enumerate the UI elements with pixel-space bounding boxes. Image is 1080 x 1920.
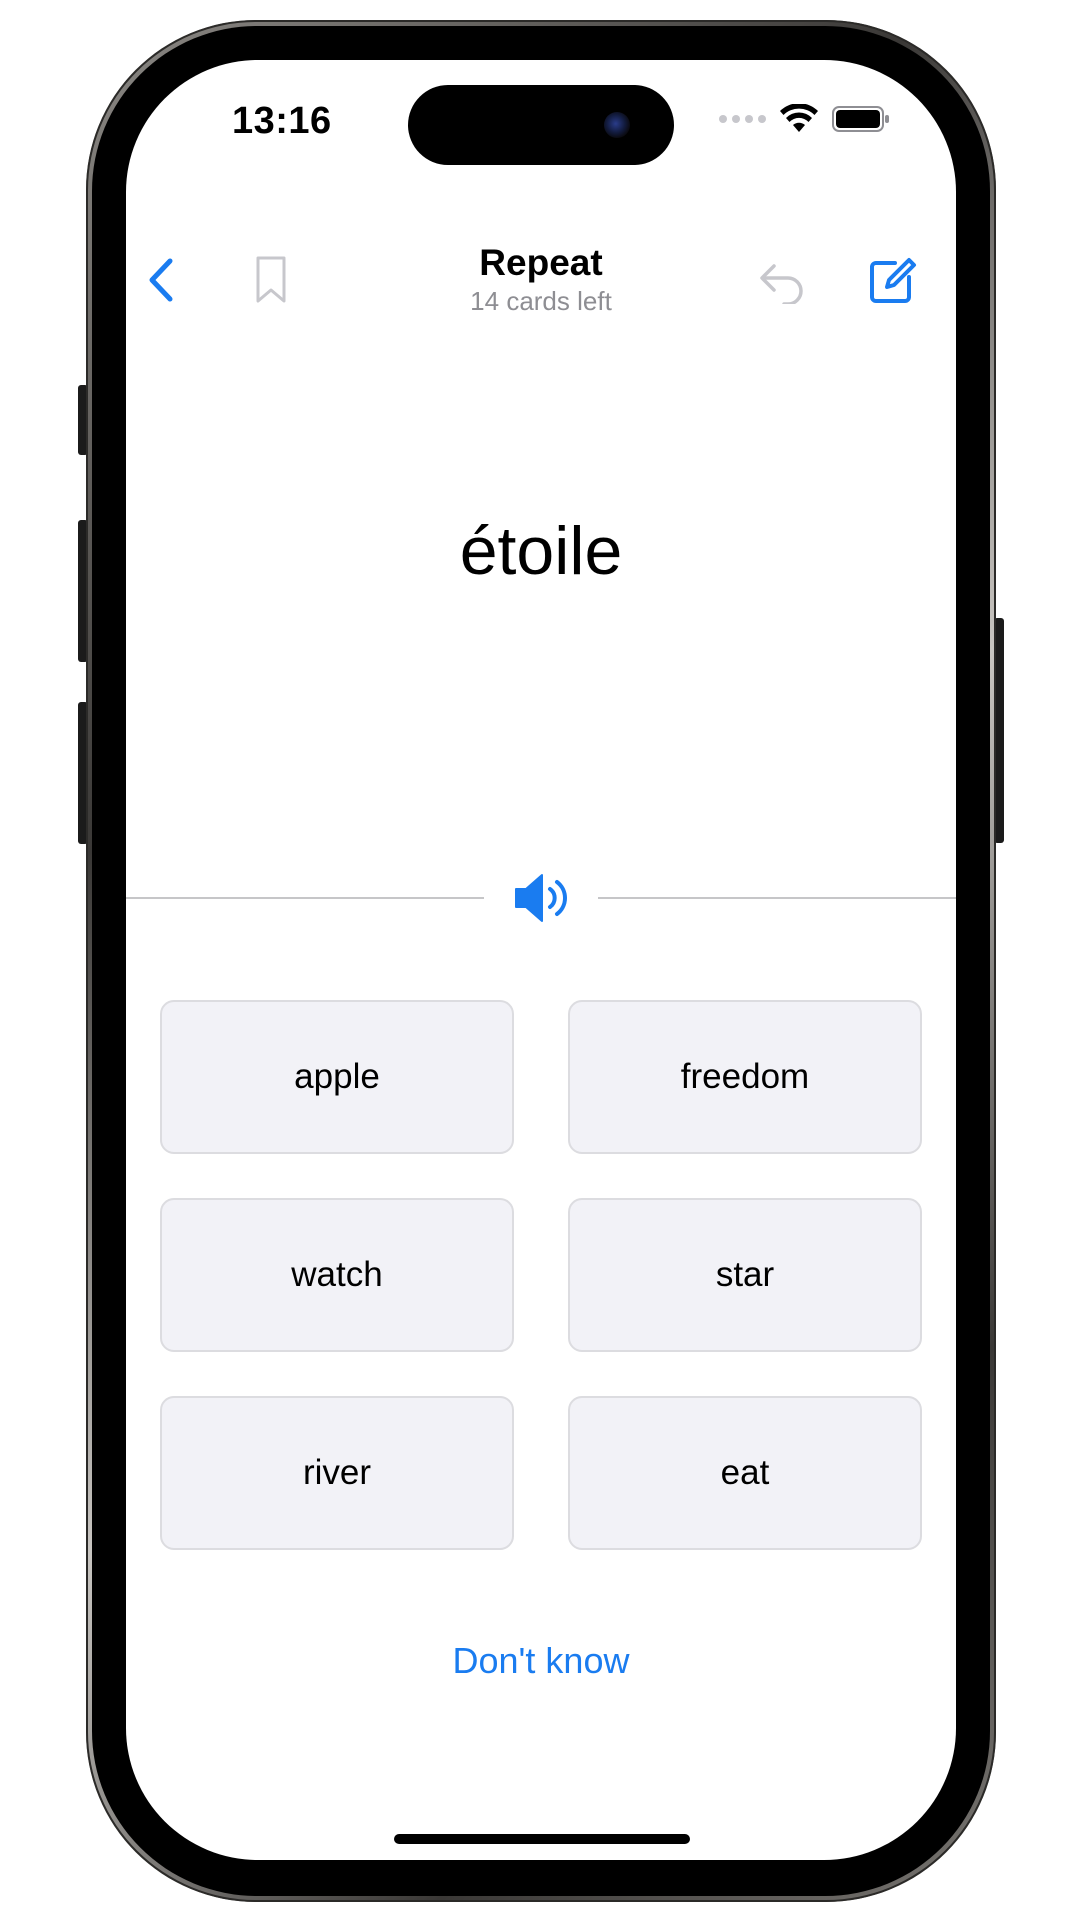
answer-option[interactable]: river	[160, 1396, 514, 1550]
divider-left	[126, 897, 484, 899]
cards-left-count: 14 cards left	[470, 286, 612, 316]
compose-icon	[870, 258, 916, 303]
answer-grid: apple freedom watch star river eat	[160, 1000, 922, 1550]
navigation-bar: Repeat 14 cards left	[126, 180, 956, 316]
home-indicator[interactable]	[394, 1834, 690, 1844]
status-time: 13:16	[232, 100, 332, 142]
divider-right	[598, 897, 956, 899]
answer-option[interactable]: apple	[160, 1000, 514, 1154]
cellular-signal-icon	[719, 115, 766, 123]
dont-know-button[interactable]: Don't know	[126, 1640, 956, 1682]
answer-option[interactable]: watch	[160, 1198, 514, 1352]
answer-option[interactable]: freedom	[568, 1000, 922, 1154]
speaker-icon	[515, 874, 567, 922]
camera-icon	[604, 112, 630, 138]
dynamic-island	[408, 85, 674, 165]
device-canvas: 13:16 Repeat 14 cards left étoile apple …	[0, 0, 1080, 1920]
status-indicators	[719, 104, 890, 134]
card-word: étoile	[459, 513, 623, 589]
answer-option[interactable]: eat	[568, 1396, 922, 1550]
answer-option[interactable]: star	[568, 1198, 922, 1352]
nav-title: Repeat	[479, 242, 603, 283]
undo-button[interactable]	[752, 252, 812, 312]
app-screen: 13:16 Repeat 14 cards left étoile apple …	[126, 60, 956, 1860]
edit-button[interactable]	[862, 250, 922, 310]
undo-icon	[760, 264, 803, 304]
wifi-icon	[780, 104, 818, 132]
battery-icon	[832, 106, 889, 132]
play-audio-button[interactable]	[512, 868, 572, 928]
